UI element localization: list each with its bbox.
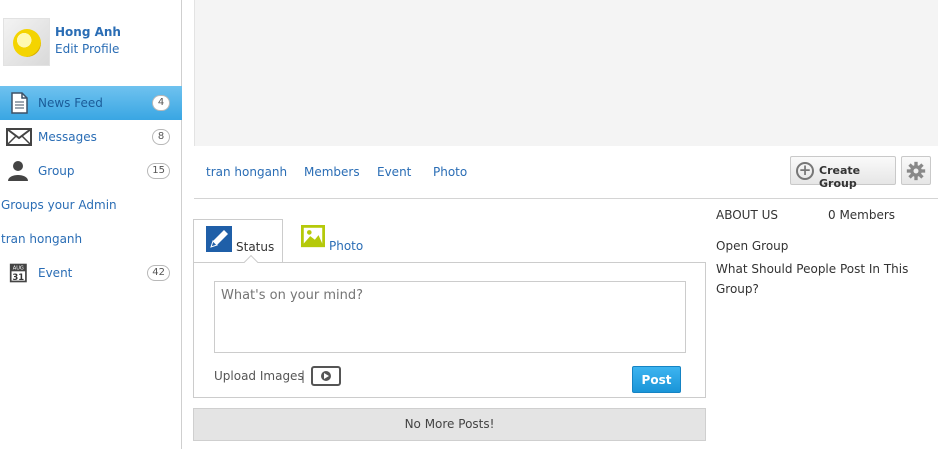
tab-group-home[interactable]: tran honganh xyxy=(206,165,287,179)
group-type: Open Group xyxy=(716,239,789,253)
upload-images-link[interactable]: Upload Images xyxy=(214,369,304,383)
lemon-image xyxy=(13,29,41,57)
sidebar-item-event[interactable]: AUG 31 Event 42 xyxy=(0,256,182,290)
tab-photo[interactable]: Photo xyxy=(433,165,467,179)
pencil-icon xyxy=(206,226,232,252)
tab-photo-label: Photo xyxy=(329,239,364,253)
sidebar-item-label: Group xyxy=(38,164,75,178)
video-button[interactable] xyxy=(311,366,341,386)
plus-circle-icon: + xyxy=(796,162,814,180)
profile-name[interactable]: Hong Anh xyxy=(55,25,121,39)
calendar-month: AUG xyxy=(13,266,24,272)
user-icon xyxy=(8,161,28,181)
settings-button[interactable] xyxy=(901,156,931,185)
document-icon xyxy=(11,92,28,114)
status-input[interactable] xyxy=(214,281,686,353)
members-count[interactable]: 0 Members xyxy=(828,208,895,222)
gear-icon xyxy=(906,161,926,181)
group-count-badge: 15 xyxy=(147,163,170,179)
edit-profile-link[interactable]: Edit Profile xyxy=(55,42,119,56)
tab-status[interactable]: Status xyxy=(193,219,283,263)
photo-icon xyxy=(301,225,325,248)
calendar-day: 31 xyxy=(12,272,24,282)
tab-members[interactable]: Members xyxy=(304,165,360,179)
video-icon xyxy=(321,371,331,381)
status-composer: Upload Images | Post xyxy=(193,254,706,398)
post-button[interactable]: Post xyxy=(632,366,681,393)
avatar[interactable] xyxy=(3,18,50,66)
tab-event[interactable]: Event xyxy=(377,165,411,179)
separator: | xyxy=(301,369,306,383)
no-more-posts-bar[interactable]: No More Posts! xyxy=(193,408,706,441)
sidebar-item-group[interactable]: Group 15 xyxy=(0,154,182,188)
about-us-heading: ABOUT US xyxy=(716,208,779,222)
sidebar: Hong Anh Edit Profile News Feed 4 Messag… xyxy=(0,0,182,449)
sidebar-item-messages[interactable]: Messages 8 xyxy=(0,120,182,154)
group-tabs-bar: tran honganh Members Event Photo + Creat… xyxy=(194,146,938,199)
tab-status-label: Status xyxy=(236,240,275,254)
profile-block: Hong Anh Edit Profile xyxy=(0,14,182,70)
messages-count-badge: 8 xyxy=(152,129,170,145)
sidebar-item-label: Event xyxy=(38,266,73,280)
create-group-button[interactable]: + Create Group xyxy=(790,156,896,190)
tab-photo-upload[interactable]: Photo xyxy=(293,219,383,263)
sidebar-item-label: Messages xyxy=(38,130,97,144)
calendar-icon: AUG 31 xyxy=(9,263,27,283)
group-post-question: What Should People Post In This Group? xyxy=(716,262,909,296)
sidebar-item-news-feed[interactable]: News Feed 4 xyxy=(0,86,182,120)
event-count-badge: 42 xyxy=(147,265,170,281)
groups-your-admin-link[interactable]: Groups your Admin xyxy=(1,198,117,212)
sidebar-item-label: News Feed xyxy=(38,96,103,110)
group-cover xyxy=(194,0,938,146)
news-feed-count-badge: 4 xyxy=(152,95,170,111)
create-group-label: Create Group xyxy=(819,164,861,190)
tran-honganh-link[interactable]: tran honganh xyxy=(1,232,82,246)
envelope-icon xyxy=(6,128,32,146)
